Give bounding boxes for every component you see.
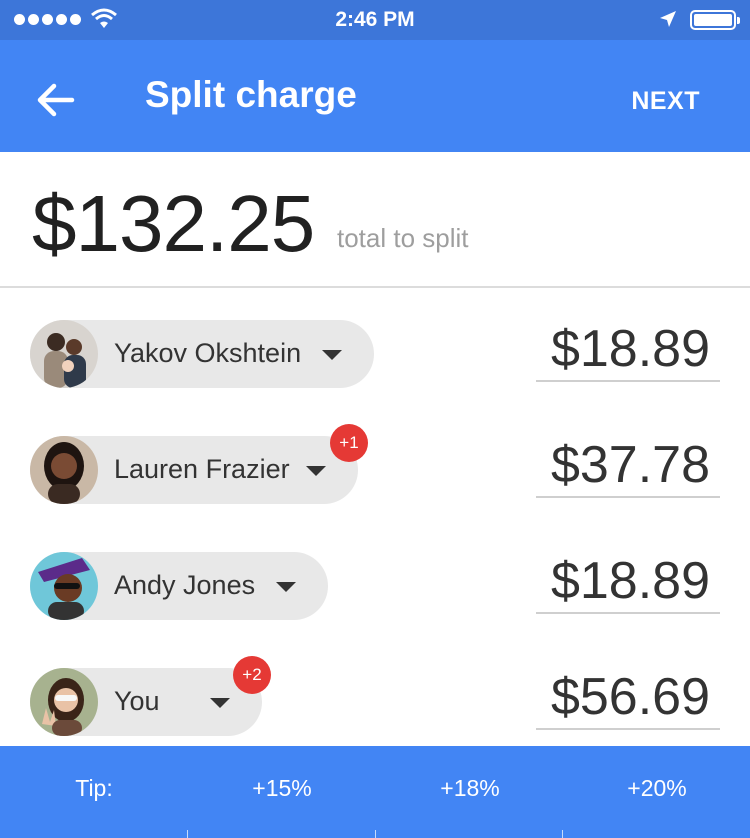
avatar <box>30 320 98 388</box>
total-amount: $132.25 <box>32 179 315 268</box>
person-chip[interactable]: Andy Jones <box>30 552 328 620</box>
person-chip[interactable]: Lauren Frazier <box>30 436 358 504</box>
tip-divider <box>562 830 563 838</box>
location-arrow-icon <box>660 11 676 27</box>
person-chip[interactable]: Yakov Okshtein <box>30 320 374 388</box>
tip-divider <box>187 830 188 838</box>
avatar <box>30 552 98 620</box>
total-section: $132.25 total to split <box>0 152 750 288</box>
avatar <box>30 436 98 504</box>
battery-icon <box>690 10 740 30</box>
total-label: total to split <box>337 223 469 253</box>
person-row: Yakov Okshtein $18.89 <box>0 320 750 436</box>
person-name: Yakov Okshtein <box>114 338 302 368</box>
page-title: Split charge <box>145 74 357 115</box>
guest-count-badge: +2 <box>233 656 271 694</box>
back-arrow-icon[interactable] <box>30 76 82 124</box>
tip-label: Tip: <box>75 775 113 801</box>
status-bar: 2:46 PM <box>0 0 750 40</box>
person-amount[interactable]: $18.89 <box>536 552 720 614</box>
person-row: Lauren Frazier +1 $37.78 <box>0 424 750 552</box>
dropdown-caret-icon <box>306 466 326 476</box>
person-amount[interactable]: $56.69 <box>536 668 720 730</box>
person-name: Lauren Frazier <box>114 454 290 484</box>
tip-option-20[interactable]: +20% <box>563 775 750 802</box>
person-amount[interactable]: $18.89 <box>536 320 720 382</box>
tip-option-18[interactable]: +18% <box>376 775 564 802</box>
person-name: Andy Jones <box>114 570 256 600</box>
guest-count-badge: +1 <box>330 424 368 462</box>
app-bar: Split charge NEXT <box>0 40 750 152</box>
avatar <box>30 668 98 736</box>
tip-divider <box>375 830 376 838</box>
person-name: You <box>114 686 160 716</box>
tip-bar: Tip: +15% +18% +20% <box>0 746 750 838</box>
status-time: 2:46 PM <box>335 8 415 31</box>
dropdown-caret-icon <box>276 582 296 592</box>
person-amount[interactable]: $37.78 <box>536 436 720 498</box>
dropdown-caret-icon <box>210 698 230 708</box>
next-button[interactable]: NEXT <box>631 87 700 116</box>
dropdown-caret-icon <box>322 350 342 360</box>
tip-option-15[interactable]: +15% <box>188 775 376 802</box>
person-row: Andy Jones $18.89 <box>0 552 750 668</box>
person-chip[interactable]: You <box>30 668 262 736</box>
